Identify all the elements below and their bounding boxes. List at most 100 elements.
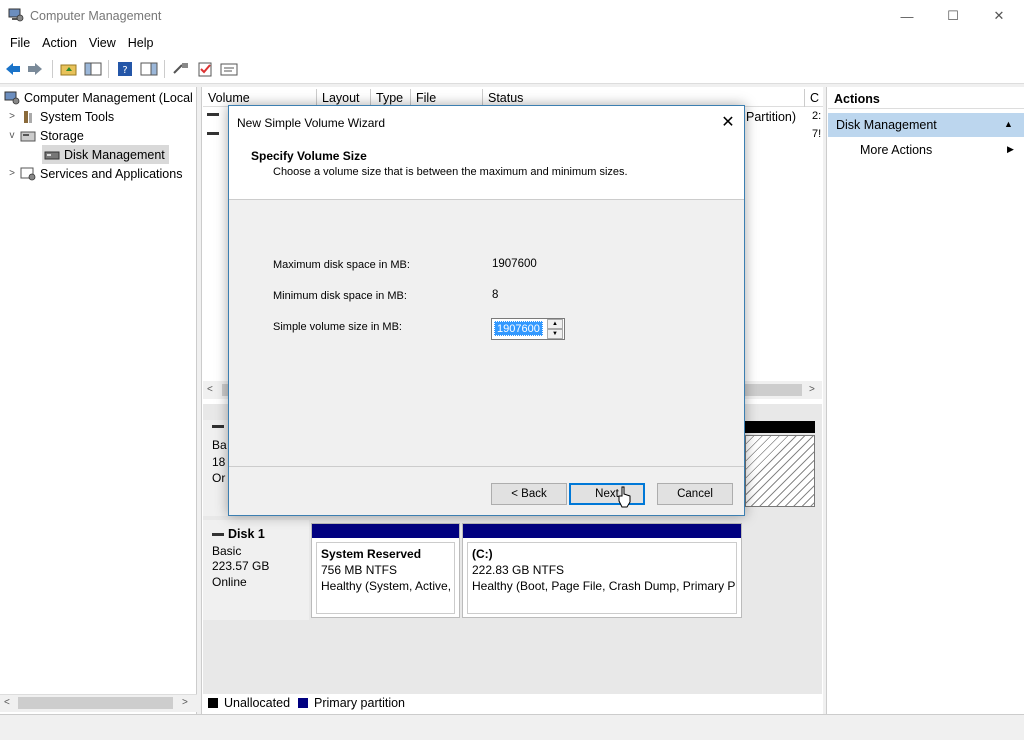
services-icon: [20, 167, 36, 180]
scroll-left-icon[interactable]: <: [4, 697, 10, 708]
new-simple-volume-wizard-dialog: New Simple Volume Wizard ✕ Specify Volum…: [228, 105, 745, 516]
connect-icon[interactable]: [172, 61, 190, 77]
max-disk-space-value: 1907600: [492, 258, 537, 270]
spin-up-icon[interactable]: ▲: [547, 319, 563, 329]
toolbar-separator: [164, 60, 165, 78]
menu-bar: File Action View Help: [0, 32, 1024, 54]
volume-row-icon: [207, 113, 219, 116]
dialog-close-icon[interactable]: ✕: [716, 111, 740, 133]
disk1-size: 223.57 GB: [212, 559, 270, 573]
tree-item-storage[interactable]: v Storage: [6, 126, 84, 145]
partition-health: Healthy (System, Active,: [321, 579, 452, 593]
disk-management-icon: [44, 151, 60, 159]
legend-primary: Primary partition: [314, 696, 406, 710]
primary-partition-swatch: [298, 698, 309, 708]
tree-label: Computer Management (Local: [24, 90, 193, 105]
unallocated-swatch: [208, 698, 218, 708]
more-actions-item[interactable]: More Actions: [860, 143, 1020, 161]
tree-item-disk-management[interactable]: Disk Management: [42, 145, 169, 164]
tree-item-services-and-applications[interactable]: > Services and Applications: [6, 164, 182, 183]
show-hide-tree-icon[interactable]: [84, 61, 102, 77]
partition-size: 222.83 GB NTFS: [472, 563, 565, 577]
computer-management-icon: [8, 8, 24, 22]
tree-label: Services and Applications: [40, 166, 183, 181]
disk0-status: Or: [212, 471, 226, 485]
disk-icon: [212, 425, 224, 428]
menu-view[interactable]: View: [83, 32, 122, 54]
volume-capacity-text: 7!: [812, 128, 822, 140]
unallocated-bar: [745, 421, 815, 433]
dialog-title: New Simple Volume Wizard: [237, 116, 386, 130]
disk1-name: Disk 1: [228, 527, 265, 541]
chevron-right-icon[interactable]: >: [6, 168, 18, 179]
volume-capacity-text: 2:: [812, 110, 822, 122]
dialog-heading: Specify Volume Size: [251, 149, 367, 163]
volume-size-input[interactable]: 1907600: [494, 321, 543, 336]
collapse-up-icon[interactable]: ▲: [1004, 119, 1013, 129]
show-action-pane-icon[interactable]: [140, 61, 158, 77]
cancel-button[interactable]: Cancel: [657, 483, 733, 505]
scroll-right-icon[interactable]: >: [809, 384, 815, 395]
menu-file[interactable]: File: [4, 32, 36, 54]
menu-help[interactable]: Help: [122, 32, 160, 54]
scroll-right-icon[interactable]: >: [182, 697, 188, 708]
back-button[interactable]: < Back: [491, 483, 567, 505]
max-disk-space-label: Maximum disk space in MB:: [273, 259, 410, 271]
chevron-right-icon[interactable]: >: [6, 111, 18, 122]
min-disk-space-label: Minimum disk space in MB:: [273, 290, 407, 302]
disk1-status: Online: [212, 575, 247, 589]
partition-system-reserved[interactable]: System Reserved 756 MB NTFS Healthy (Sys…: [311, 523, 460, 618]
next-button[interactable]: Next: [569, 483, 645, 505]
toolbar-separator: [52, 60, 53, 78]
tree-item-computer-management[interactable]: Computer Management (Local: [4, 88, 193, 107]
spin-down-icon[interactable]: ▼: [547, 329, 563, 339]
properties-icon[interactable]: [220, 61, 238, 77]
primary-partition-bar: [463, 524, 741, 538]
svg-text:?: ?: [122, 65, 127, 76]
actions-group-disk-management[interactable]: Disk Management: [828, 113, 1024, 137]
partition-details: System Reserved 756 MB NTFS Healthy (Sys…: [316, 542, 455, 614]
tree-item-system-tools[interactable]: > System Tools: [6, 107, 114, 126]
partition-name: System Reserved: [321, 547, 422, 561]
status-bar: [0, 714, 1024, 740]
disk0-size: 18: [212, 455, 226, 469]
tree-label: Storage: [40, 128, 84, 143]
close-button[interactable]: ✕: [976, 0, 1022, 32]
tree-label: Disk Management: [64, 147, 165, 162]
help-icon[interactable]: ?: [116, 61, 134, 77]
actions-group-label: Disk Management: [836, 118, 937, 132]
mouse-cursor-icon: [618, 486, 631, 508]
partition-health: Healthy (Boot, Page File, Crash Dump, Pr…: [472, 579, 736, 593]
computer-management-icon: [4, 91, 20, 104]
maximize-button[interactable]: ☐: [930, 0, 976, 32]
checklist-icon[interactable]: [196, 61, 214, 77]
back-arrow-icon[interactable]: [4, 61, 22, 77]
tree-label: System Tools: [40, 109, 115, 124]
up-folder-icon[interactable]: [60, 61, 78, 77]
volume-row-icon: [207, 132, 219, 135]
partition-c-drive[interactable]: (C:) 222.83 GB NTFS Healthy (Boot, Page …: [462, 523, 742, 618]
partition-name: (C:): [472, 547, 493, 561]
disk-icon: [212, 532, 224, 536]
volume-partition-text: Partition): [746, 110, 797, 124]
minimize-button[interactable]: —: [884, 0, 930, 32]
column-capacity[interactable]: C: [805, 89, 821, 107]
actions-title: Actions: [828, 89, 1024, 109]
volume-size-label: Simple volume size in MB:: [273, 321, 402, 333]
legend-unallocated: Unallocated: [224, 696, 291, 710]
chevron-down-icon[interactable]: v: [6, 130, 18, 141]
dialog-subheading: Choose a volume size that is between the…: [273, 166, 628, 178]
more-actions-label: More Actions: [860, 143, 933, 157]
actions-pane: [826, 87, 1024, 714]
forward-arrow-icon[interactable]: [26, 61, 44, 77]
disk0-type: Ba: [212, 438, 227, 452]
storage-icon: [20, 131, 36, 141]
scrollbar-thumb[interactable]: [18, 697, 173, 709]
system-tools-icon: [24, 110, 32, 123]
unallocated-region[interactable]: [745, 435, 815, 507]
window-title: Computer Management: [30, 9, 162, 23]
menu-action[interactable]: Action: [36, 32, 83, 54]
disk1-title: Disk 1: [212, 527, 265, 541]
min-disk-space-value: 8: [492, 289, 499, 301]
scroll-left-icon[interactable]: <: [207, 384, 213, 395]
